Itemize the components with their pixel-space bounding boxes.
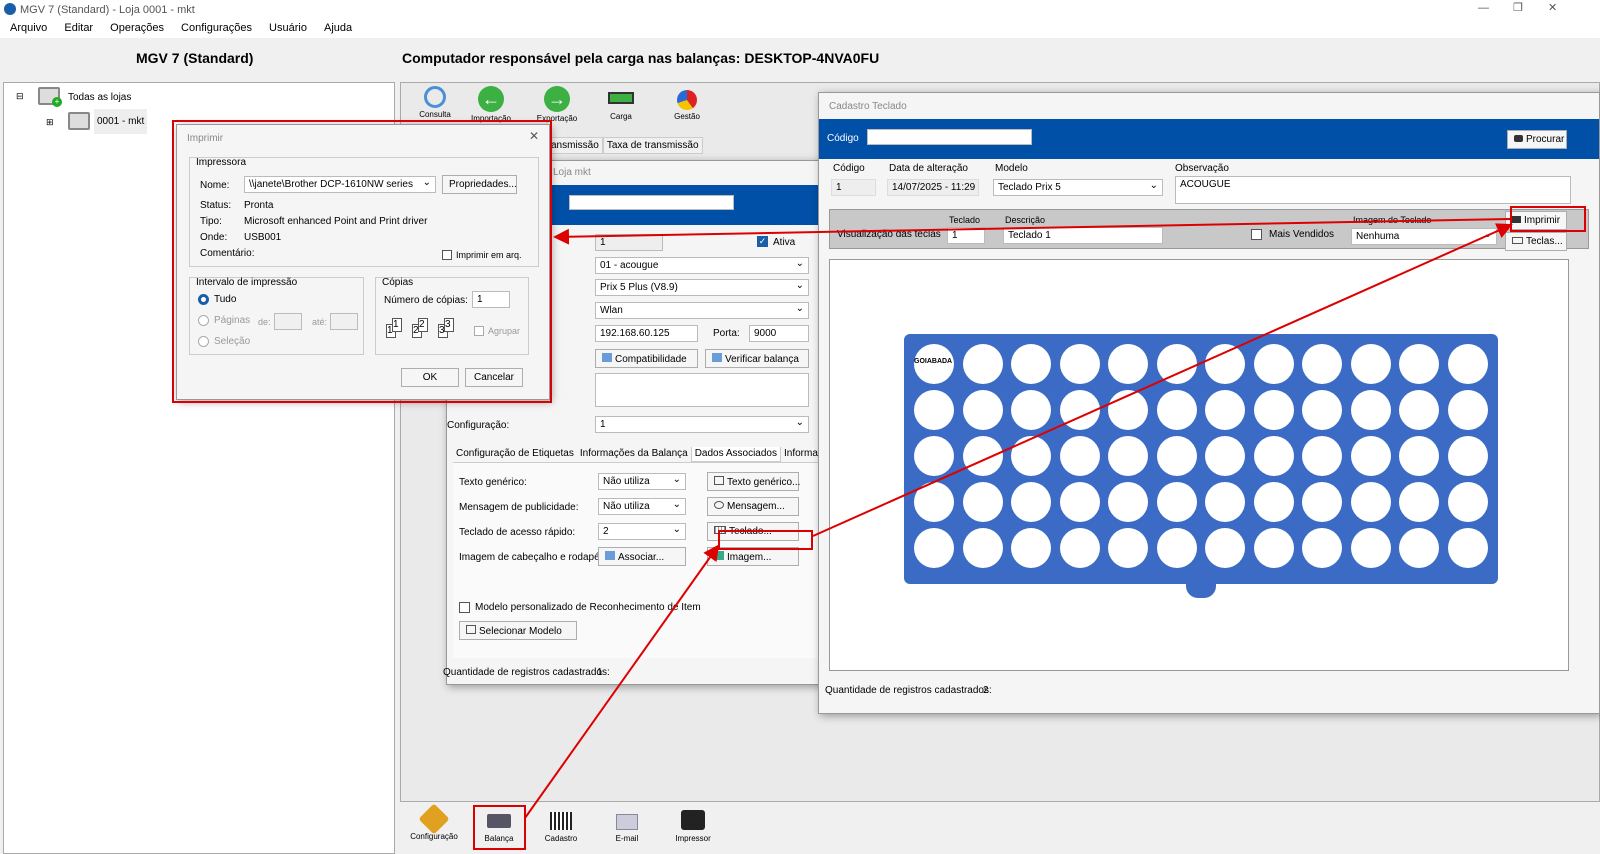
- arrow-balanca-to-teclado: [524, 544, 720, 819]
- annotation-arrows: [524, 218, 1513, 819]
- arrow-imprimir-to-dialog: [553, 218, 1511, 245]
- arrow-teclado-to-imprimir: [812, 223, 1513, 537]
